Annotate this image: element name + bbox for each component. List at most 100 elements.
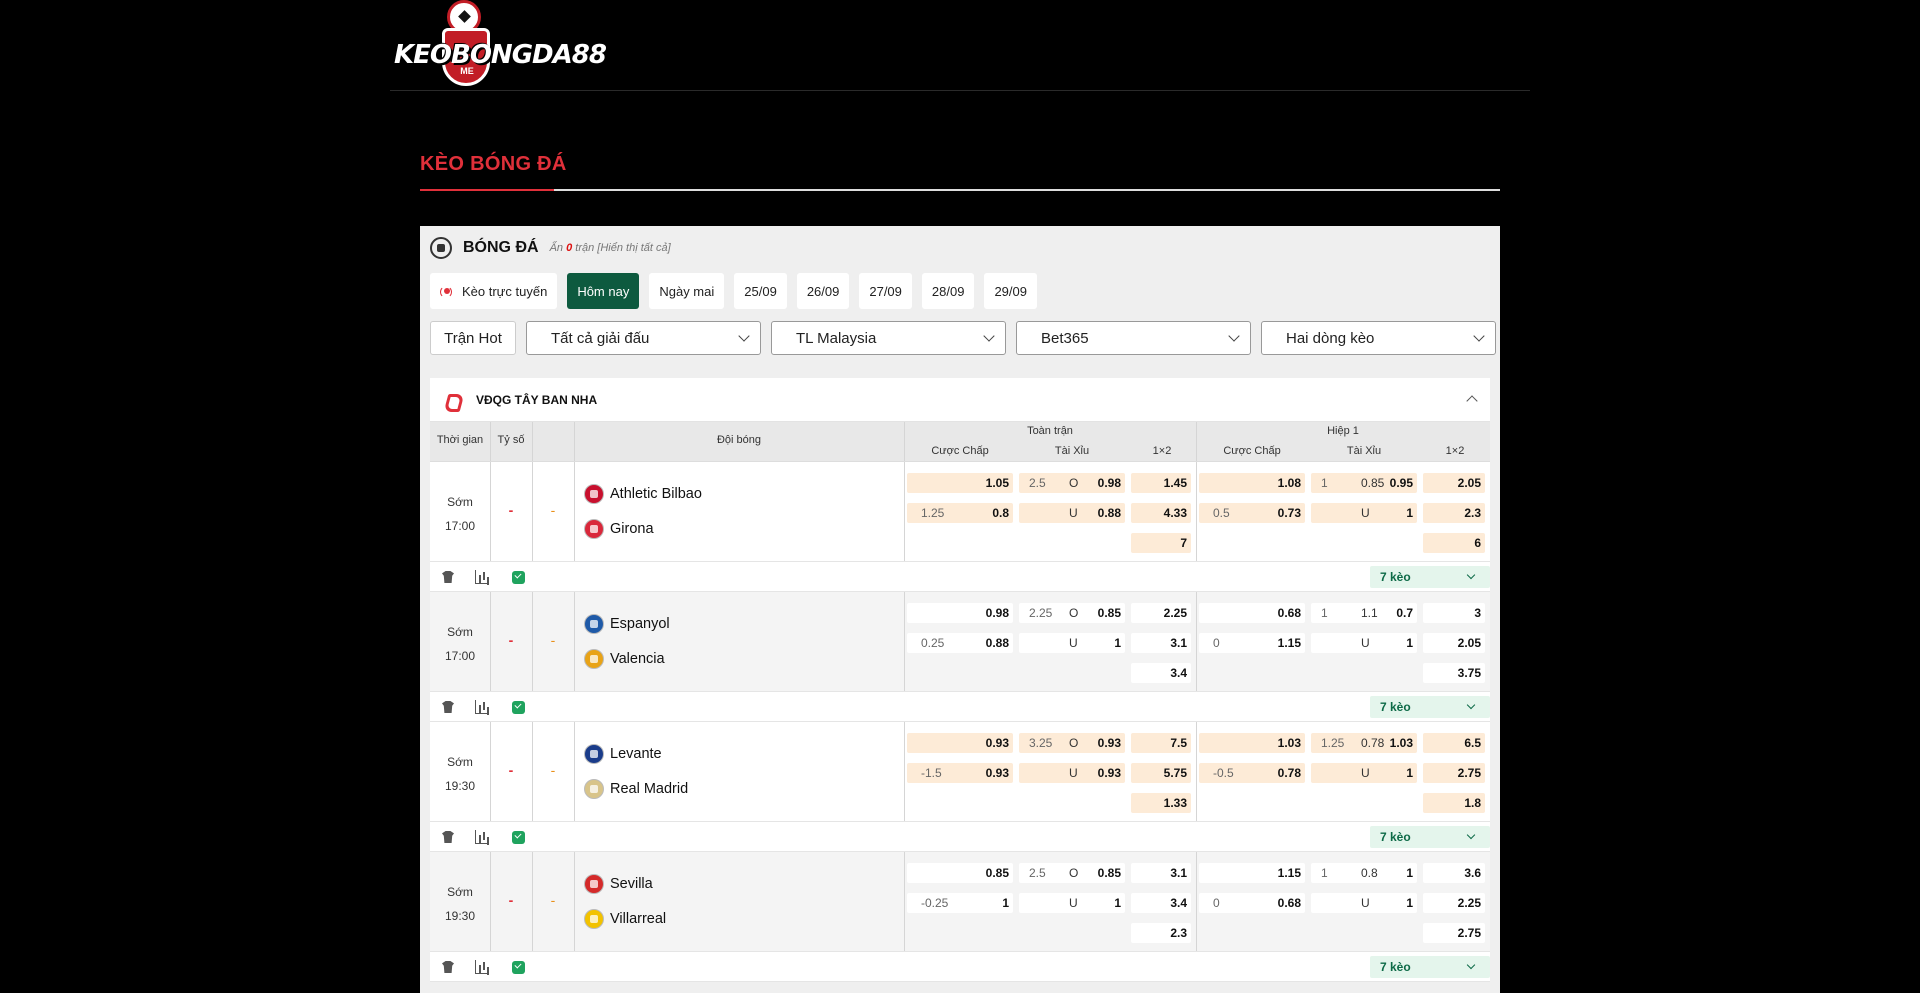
- check-icon[interactable]: [512, 701, 525, 714]
- more-odds-button[interactable]: 7 kèo: [1370, 566, 1490, 588]
- shirt-icon[interactable]: [442, 831, 454, 843]
- home-team[interactable]: Levante: [584, 742, 662, 766]
- away-team[interactable]: Villarreal: [584, 907, 666, 931]
- site-logo[interactable]: KEOBONGDA88 ME: [394, 0, 607, 88]
- h1-over-under-odds[interactable]: U1: [1311, 633, 1417, 653]
- ft-1x2-odds[interactable]: 2.25: [1131, 603, 1191, 623]
- h1-1x2-odds[interactable]: 6: [1423, 533, 1485, 553]
- ft-handicap-odds[interactable]: -1.5 0.93: [907, 763, 1013, 783]
- date-tab[interactable]: 27/09: [859, 273, 912, 309]
- date-tab[interactable]: 25/09: [734, 273, 787, 309]
- league-select[interactable]: Tất cả giải đấu: [526, 321, 761, 355]
- ft-over-under-odds[interactable]: 2.25 O 0.85: [1019, 603, 1125, 623]
- ft-over-under-odds[interactable]: U 0.93: [1019, 763, 1125, 783]
- h1-1x2-odds[interactable]: 6.5: [1423, 733, 1485, 753]
- h1-over-under-odds[interactable]: U1: [1311, 893, 1417, 913]
- away-team[interactable]: Real Madrid: [584, 777, 688, 801]
- ft-1x2-odds[interactable]: 5.75: [1131, 763, 1191, 783]
- h1-1x2-odds[interactable]: 2.25: [1423, 893, 1485, 913]
- ft-handicap-odds[interactable]: 0.98: [907, 603, 1013, 623]
- ft-handicap-odds[interactable]: -0.25 1: [907, 893, 1013, 913]
- ft-handicap-odds[interactable]: 1.25 0.8: [907, 503, 1013, 523]
- h1-over-under-odds[interactable]: U1: [1311, 763, 1417, 783]
- ft-over-under-odds[interactable]: U1: [1019, 633, 1125, 653]
- h1-1x2-odds[interactable]: 1.8: [1423, 793, 1485, 813]
- date-tab[interactable]: Ngày mai: [649, 273, 725, 309]
- away-team[interactable]: Valencia: [584, 647, 665, 671]
- h1-handicap-odds[interactable]: 1.15: [1199, 863, 1305, 883]
- h1-over-under-odds[interactable]: 1 1.1 0.7: [1311, 603, 1417, 623]
- stats-icon[interactable]: [475, 570, 489, 584]
- hidden-matches-note[interactable]: Ẩn 0 trận [Hiển thị tất cả]: [550, 242, 671, 254]
- ft-1x2-odds[interactable]: 3.1: [1131, 863, 1191, 883]
- ft-1x2-odds[interactable]: 1.45: [1131, 473, 1191, 493]
- h1-1x2-odds[interactable]: 2.05: [1423, 473, 1485, 493]
- home-team[interactable]: Sevilla: [584, 872, 653, 896]
- odds-type-select[interactable]: TL Malaysia: [771, 321, 1006, 355]
- h1-handicap-odds[interactable]: 0.5 0.73: [1199, 503, 1305, 523]
- h1-over-under-odds[interactable]: U1: [1311, 503, 1417, 523]
- ft-over-under-odds[interactable]: U 0.88: [1019, 503, 1125, 523]
- ft-handicap-odds[interactable]: 0.85: [907, 863, 1013, 883]
- match-row[interactable]: Sớm 17:00 - - Espanyol Valencia 0.98 0.25 0.88 2.…: [430, 592, 1490, 692]
- chevron-up-icon[interactable]: [1466, 395, 1478, 407]
- ft-over-under-odds[interactable]: 3.25 O 0.93: [1019, 733, 1125, 753]
- check-icon[interactable]: [512, 831, 525, 844]
- ft-over-under-odds[interactable]: 2.5 O 0.98: [1019, 473, 1125, 493]
- date-tab[interactable]: 29/09: [984, 273, 1037, 309]
- shirt-icon[interactable]: [442, 571, 454, 583]
- h1-1x2-odds[interactable]: 2.05: [1423, 633, 1485, 653]
- date-tab[interactable]: Hôm nay: [567, 273, 640, 309]
- h1-handicap-odds[interactable]: 1.03: [1199, 733, 1305, 753]
- h1-1x2-odds[interactable]: 2.3: [1423, 503, 1485, 523]
- h1-1x2-odds[interactable]: 2.75: [1423, 923, 1485, 943]
- ft-1x2-odds[interactable]: 7.5: [1131, 733, 1191, 753]
- h1-1x2-odds[interactable]: 3: [1423, 603, 1485, 623]
- match-row[interactable]: Sớm 19:30 - - Levante Real Madrid 0.93 -1.5 0.93…: [430, 722, 1490, 822]
- h1-handicap-odds[interactable]: 1.08: [1199, 473, 1305, 493]
- h1-over-under-odds[interactable]: 1.25 0.78 1.03: [1311, 733, 1417, 753]
- h1-handicap-odds[interactable]: 0.68: [1199, 603, 1305, 623]
- h1-1x2-odds[interactable]: 3.6: [1423, 863, 1485, 883]
- shirt-icon[interactable]: [442, 701, 454, 713]
- away-team[interactable]: Girona: [584, 517, 654, 541]
- ft-over-under-odds[interactable]: 2.5 O 0.85: [1019, 863, 1125, 883]
- hot-matches-button[interactable]: Trận Hot: [430, 321, 516, 355]
- ft-1x2-odds[interactable]: 3.4: [1131, 893, 1191, 913]
- stats-icon[interactable]: [475, 830, 489, 844]
- ft-1x2-odds[interactable]: 4.33: [1131, 503, 1191, 523]
- date-tab[interactable]: 26/09: [796, 273, 850, 309]
- date-tab[interactable]: 28/09: [921, 273, 975, 309]
- h1-handicap-odds[interactable]: 0 1.15: [1199, 633, 1305, 653]
- bookmaker-select[interactable]: Bet365: [1016, 321, 1251, 355]
- h1-1x2-odds[interactable]: 2.75: [1423, 763, 1485, 783]
- h1-1x2-odds[interactable]: 3.75: [1423, 663, 1485, 683]
- h1-over-under-odds[interactable]: 1 0.85 0.95: [1311, 473, 1417, 493]
- ft-handicap-odds[interactable]: 0.25 0.88: [907, 633, 1013, 653]
- h1-over-under-odds[interactable]: 1 0.8 1: [1311, 863, 1417, 883]
- ft-1x2-odds[interactable]: 2.3: [1131, 923, 1191, 943]
- ft-1x2-odds[interactable]: 1.33: [1131, 793, 1191, 813]
- ft-over-under-odds[interactable]: U1: [1019, 893, 1125, 913]
- h1-handicap-odds[interactable]: -0.5 0.78: [1199, 763, 1305, 783]
- ft-handicap-odds[interactable]: 0.93: [907, 733, 1013, 753]
- lines-select[interactable]: Hai dòng kèo: [1261, 321, 1496, 355]
- h1-handicap-odds[interactable]: 0 0.68: [1199, 893, 1305, 913]
- match-row[interactable]: Sớm 19:30 - - Sevilla Villarreal 0.85 -0.25 1 2.5…: [430, 852, 1490, 952]
- ft-1x2-odds[interactable]: 3.4: [1131, 663, 1191, 683]
- ft-1x2-odds[interactable]: 7: [1131, 533, 1191, 553]
- league-header[interactable]: VĐQG TÂY BAN NHA: [430, 378, 1490, 422]
- live-odds-tab[interactable]: Kèo trực tuyến: [430, 273, 558, 309]
- stats-icon[interactable]: [475, 700, 489, 714]
- stats-icon[interactable]: [475, 960, 489, 974]
- home-team[interactable]: Athletic Bilbao: [584, 482, 702, 506]
- shirt-icon[interactable]: [442, 961, 454, 973]
- home-team[interactable]: Espanyol: [584, 612, 670, 636]
- more-odds-button[interactable]: 7 kèo: [1370, 696, 1490, 718]
- more-odds-button[interactable]: 7 kèo: [1370, 826, 1490, 848]
- ft-handicap-odds[interactable]: 1.05: [907, 473, 1013, 493]
- check-icon[interactable]: [512, 961, 525, 974]
- match-row[interactable]: Sớm 17:00 - - Athletic Bilbao Girona 1.05 1.25 0…: [430, 462, 1490, 562]
- ft-1x2-odds[interactable]: 3.1: [1131, 633, 1191, 653]
- check-icon[interactable]: [512, 571, 525, 584]
